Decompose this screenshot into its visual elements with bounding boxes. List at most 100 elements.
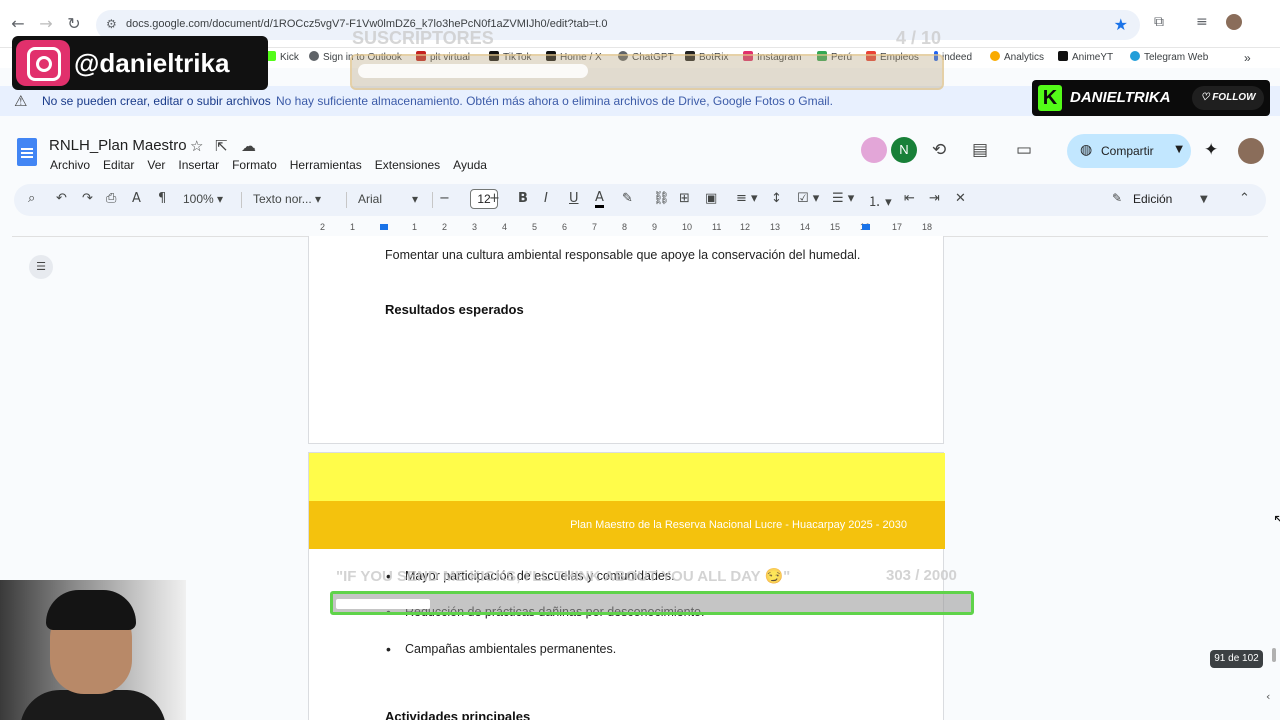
meet-icon[interactable]: ▭ (1016, 140, 1032, 160)
decrease-font-icon[interactable]: − (439, 191, 450, 206)
clear-formatting-icon[interactable]: ✕ (955, 191, 966, 206)
section-heading[interactable]: Resultados esperados (385, 302, 524, 317)
italic-icon[interactable]: I (544, 191, 548, 206)
ruler-tick: 11 (712, 222, 722, 232)
page-header-text[interactable]: Plan Maestro de la Reserva Nacional Lucr… (570, 519, 907, 531)
chevron-left-icon[interactable]: ‹ (1266, 690, 1270, 703)
docs-logo-icon[interactable] (17, 138, 37, 166)
collapse-menus-icon[interactable]: ⌃ (1239, 191, 1250, 206)
list-item[interactable]: Campañas ambientales permanentes. (386, 641, 616, 657)
font-value: Arial (358, 192, 383, 206)
more-bookmarks-icon[interactable]: » (1244, 51, 1251, 65)
site-info-icon[interactable]: ⚙ (106, 17, 117, 31)
document-title[interactable]: RNLH_Plan Maestro (49, 137, 187, 154)
ruler-tick: 14 (800, 222, 811, 232)
bookmark-kick[interactable]: Kick (266, 51, 299, 63)
paint-format-icon[interactable]: ¶ (158, 191, 166, 206)
media-icon[interactable]: ≡ (1196, 14, 1208, 30)
collaborator-avatar[interactable] (861, 137, 887, 163)
section-heading[interactable]: Actividades principales (385, 709, 530, 720)
align-icon[interactable]: ≡ ▾ (736, 191, 758, 206)
link-icon[interactable]: ⛓ (653, 191, 670, 206)
menu-ver[interactable]: Ver (147, 158, 165, 172)
streamer-hair (46, 590, 136, 630)
toolbar-divider (346, 192, 347, 208)
kick-icon: K (1038, 85, 1062, 111)
horizontal-ruler[interactable]: 2 1 1 2 3 4 5 6 7 8 9 10 11 12 13 14 15 … (308, 222, 944, 234)
account-avatar[interactable] (1238, 138, 1264, 164)
body-paragraph[interactable]: Fomentar una cultura ambiental responsab… (385, 246, 866, 264)
bookmark-label: indeed (942, 52, 973, 63)
bookmark-animeyt[interactable]: AnimeYT (1058, 51, 1113, 63)
instagram-icon (16, 40, 70, 86)
numbered-list-icon[interactable]: ⒈ ▾ (868, 191, 892, 210)
font-select[interactable]: Arial ▾ (358, 192, 418, 206)
menu-ayuda[interactable]: Ayuda (453, 158, 487, 172)
style-select[interactable]: Texto nor... ▾ (253, 192, 321, 206)
chevron-down-icon[interactable]: ▼ (1200, 194, 1208, 205)
redo-icon[interactable]: ↷ (82, 191, 93, 206)
right-indent-marker[interactable] (862, 224, 870, 230)
undo-icon[interactable]: ↶ (56, 191, 67, 206)
chevron-down-icon[interactable]: ▼ (1175, 144, 1183, 155)
comments-icon[interactable]: ▤ (972, 140, 988, 160)
user-avatar-n[interactable]: N (891, 137, 917, 163)
decrease-indent-icon[interactable]: ⇤ (904, 191, 915, 206)
share-button[interactable]: ◍ Compartir ▼ (1067, 134, 1191, 168)
menu-herramientas[interactable]: Herramientas (290, 158, 362, 172)
reload-icon[interactable]: ↻ (64, 14, 84, 34)
increase-font-icon[interactable]: + (489, 191, 500, 206)
menu-formato[interactable]: Formato (232, 158, 277, 172)
cloud-status-icon[interactable]: ☁ (241, 137, 256, 155)
back-icon[interactable]: ← (8, 14, 28, 34)
bold-icon[interactable]: B (518, 191, 528, 206)
highlight-icon[interactable]: ✎ (622, 191, 633, 206)
bookmark-label: Telegram Web (1144, 52, 1209, 63)
move-icon[interactable]: ⇱ (215, 137, 228, 155)
indent-marker[interactable] (380, 224, 388, 230)
ruler-tick: 18 (922, 222, 933, 232)
checklist-icon[interactable]: ☑ ▾ (797, 191, 819, 206)
mouse-cursor-icon: ↖ (1273, 512, 1280, 528)
line-spacing-icon[interactable]: ↕ (771, 191, 782, 206)
profile-avatar[interactable] (1226, 14, 1242, 30)
zoom-select[interactable]: 100% ▾ (183, 192, 223, 206)
increase-indent-icon[interactable]: ⇥ (929, 191, 940, 206)
spellcheck-icon[interactable]: A (132, 191, 141, 206)
document-outline-icon[interactable]: ☰ (29, 255, 53, 279)
header-band-yellow (309, 453, 945, 501)
menu-archivo[interactable]: Archivo (50, 158, 90, 172)
bookmark-telegram[interactable]: Telegram Web (1130, 51, 1208, 63)
comment-add-icon[interactable]: ⊞ (679, 191, 690, 206)
star-icon[interactable]: ☆ (190, 137, 203, 155)
ruler-tick: 10 (682, 222, 693, 232)
ruler-tick: 9 (652, 222, 658, 232)
document-page[interactable]: Fomentar una cultura ambiental responsab… (308, 236, 944, 444)
extensions-icon[interactable]: ⧉ (1154, 14, 1164, 30)
print-icon[interactable]: ⎙ (106, 191, 116, 206)
forward-icon[interactable]: → (36, 14, 56, 34)
history-icon[interactable]: ⟲ (932, 140, 946, 160)
scrollbar-thumb[interactable] (1272, 648, 1276, 662)
underline-icon[interactable]: U (569, 191, 579, 206)
ruler-tick: 13 (770, 222, 781, 232)
document-page[interactable]: Plan Maestro de la Reserva Nacional Lucr… (308, 452, 945, 720)
menu-insertar[interactable]: Insertar (178, 158, 219, 172)
ruler-tick: 2 (320, 222, 326, 232)
menu-extensiones[interactable]: Extensiones (375, 158, 440, 172)
ruler-tick: 6 (562, 222, 568, 232)
editing-mode-select[interactable]: Edición (1133, 192, 1172, 206)
bookmark-analytics[interactable]: Analytics (990, 51, 1044, 63)
bookmark-label: AnimeYT (1072, 52, 1114, 63)
analytics-icon (990, 51, 1000, 61)
text-color-icon[interactable]: A (595, 191, 604, 208)
image-icon[interactable]: ▣ (705, 191, 717, 206)
menu-editar[interactable]: Editar (103, 158, 134, 172)
bulleted-list-icon[interactable]: ☰ ▾ (832, 191, 854, 206)
banner-message[interactable]: No hay suficiente almacenamiento. Obtén … (276, 94, 833, 108)
bookmark-star-icon[interactable]: ★ (1114, 15, 1128, 34)
follow-badge: ♡ FOLLOW (1192, 86, 1264, 110)
gemini-icon[interactable]: ✦ (1204, 140, 1218, 160)
search-menus-icon[interactable]: ⌕ (28, 191, 35, 206)
ruler-tick: 12 (740, 222, 751, 232)
